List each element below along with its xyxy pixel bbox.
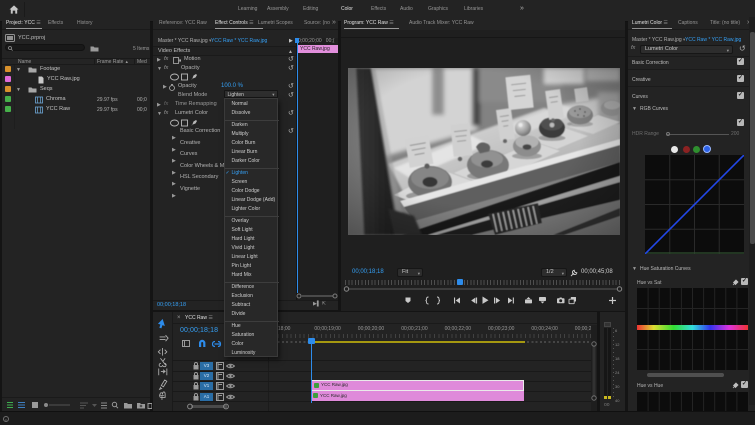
- svg-text:T: T: [160, 393, 165, 400]
